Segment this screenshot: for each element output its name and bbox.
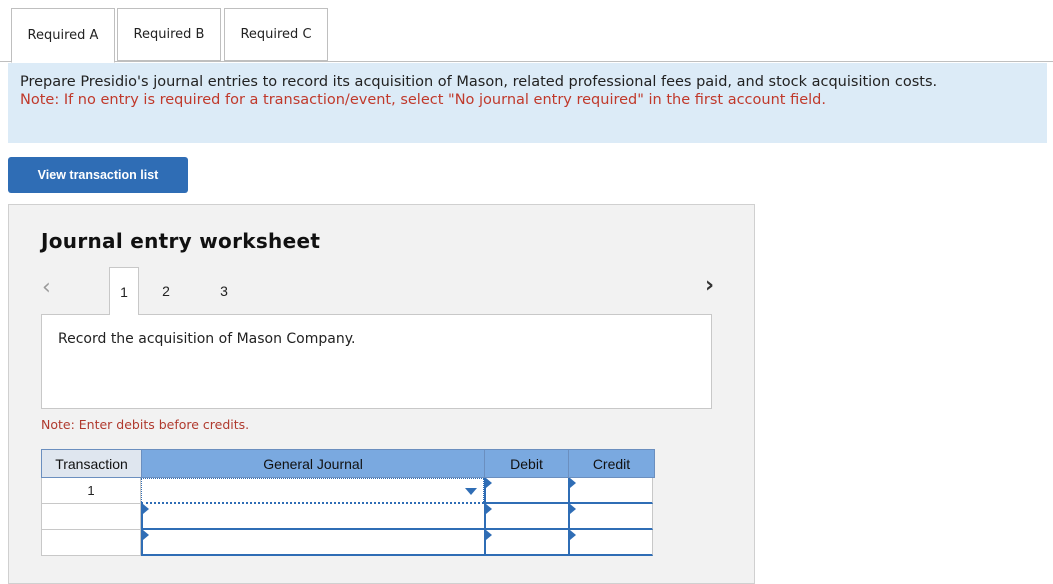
- cell-marker-icon: [570, 530, 576, 540]
- cell-marker-icon: [570, 504, 576, 514]
- worksheet-page-1[interactable]: 1: [109, 267, 139, 315]
- header-credit: Credit: [592, 455, 631, 472]
- account-select[interactable]: [141, 530, 484, 556]
- cell-marker-icon: [143, 530, 149, 540]
- header-debit: Debit: [485, 450, 569, 477]
- worksheet-page-2[interactable]: 2: [151, 267, 181, 315]
- journal-entry-worksheet: Journal entry worksheet ‹ 1 2 3 › Record…: [8, 204, 755, 584]
- debit-input[interactable]: [484, 530, 568, 556]
- instructions-panel: Prepare Presidio's journal entries to re…: [8, 63, 1047, 143]
- table-row: [41, 504, 655, 530]
- worksheet-title: Journal entry worksheet: [41, 229, 321, 253]
- cell-marker-icon: [486, 504, 492, 514]
- requirement-tabs: Required A Required B Required C: [0, 0, 1053, 63]
- instructions-text: Prepare Presidio's journal entries to re…: [20, 74, 938, 90]
- table-row: 1: [41, 478, 655, 504]
- header-transaction: Transaction: [42, 450, 142, 477]
- debit-input[interactable]: [484, 478, 568, 504]
- tab-required-a[interactable]: Required A: [11, 8, 115, 63]
- chevron-down-icon[interactable]: [465, 488, 477, 495]
- worksheet-page-3[interactable]: 3: [209, 267, 239, 315]
- table-row: [41, 530, 655, 556]
- tab-required-c[interactable]: Required C: [224, 8, 328, 61]
- transaction-number: [41, 530, 141, 556]
- view-transaction-list-button[interactable]: View transaction list: [8, 157, 188, 193]
- tabs-divider: [0, 61, 1053, 62]
- debit-input[interactable]: [484, 504, 568, 530]
- chevron-left-icon[interactable]: ‹: [42, 275, 51, 300]
- transaction-number: 1: [41, 478, 141, 504]
- chevron-right-icon[interactable]: ›: [705, 273, 714, 298]
- journal-table-header: Transaction General Journal Debit Credit: [41, 449, 655, 478]
- tab-required-b[interactable]: Required B: [117, 8, 221, 61]
- header-general-journal: General Journal: [142, 450, 485, 477]
- instructions-note: Note: If no entry is required for a tran…: [20, 92, 826, 108]
- journal-table: Transaction General Journal Debit Credit…: [41, 449, 655, 556]
- cell-marker-icon: [143, 504, 149, 514]
- cell-marker-icon: [486, 478, 492, 488]
- transaction-number: [41, 504, 141, 530]
- credit-input[interactable]: [568, 530, 653, 556]
- cell-marker-icon: [486, 530, 492, 540]
- credit-input[interactable]: [568, 478, 653, 504]
- worksheet-note: Note: Enter debits before credits.: [41, 417, 250, 432]
- account-select[interactable]: [141, 504, 484, 530]
- account-select[interactable]: [141, 478, 484, 504]
- cell-marker-icon: [570, 478, 576, 488]
- transaction-description: Record the acquisition of Mason Company.: [41, 314, 712, 409]
- credit-input[interactable]: [568, 504, 653, 530]
